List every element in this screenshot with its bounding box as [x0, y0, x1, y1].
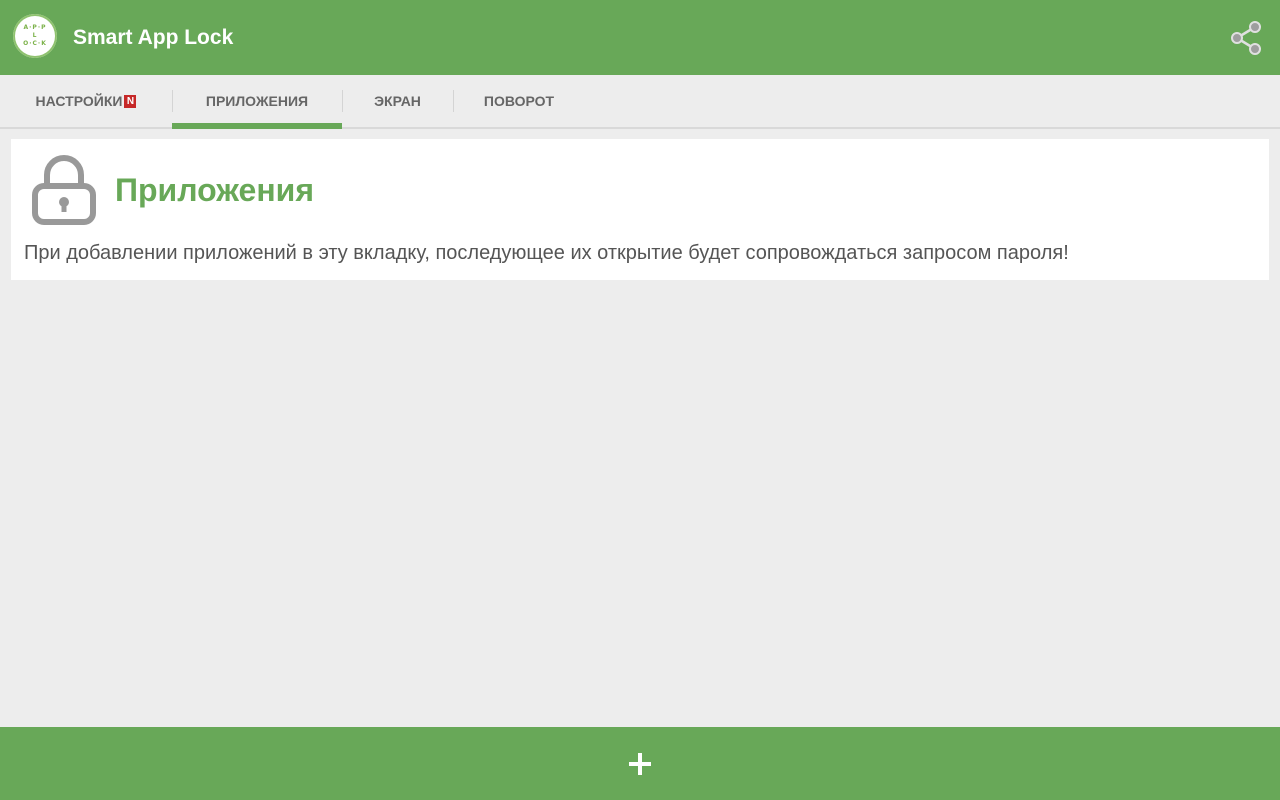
tab-bar: НАСТРОЙКИ N ПРИЛОЖЕНИЯ ЭКРАН ПОВОРОТ: [0, 75, 1280, 129]
plus-icon: [629, 752, 651, 775]
app-title: Smart App Lock: [73, 26, 234, 49]
tab-screen[interactable]: ЭКРАН: [342, 75, 453, 127]
app-logo: A·P·P L O·C·K: [13, 14, 57, 58]
tab-apps[interactable]: ПРИЛОЖЕНИЯ: [172, 75, 342, 129]
tab-screen-label: ЭКРАН: [374, 93, 421, 109]
logo-line-2: L: [32, 32, 38, 39]
tab-rotation[interactable]: ПОВОРОТ: [453, 75, 585, 127]
logo-line-1: A·P·P: [23, 24, 47, 31]
tab-apps-label: ПРИЛОЖЕНИЯ: [205, 93, 309, 109]
tab-settings-label: НАСТРОЙКИ: [35, 93, 123, 109]
share-button[interactable]: [1226, 18, 1266, 58]
tab-settings[interactable]: НАСТРОЙКИ N: [0, 75, 172, 127]
app-bar: A·P·P L O·C·K Smart App Lock: [0, 0, 1280, 75]
card-title: Приложения: [115, 172, 314, 208]
card-description: При добавлении приложений в эту вкладку,…: [24, 242, 1069, 264]
add-app-button[interactable]: [0, 727, 1280, 800]
info-card: Приложения При добавлении приложений в э…: [11, 139, 1269, 280]
logo-line-3: O·C·K: [23, 40, 47, 47]
tab-rotation-label: ПОВОРОТ: [483, 93, 555, 109]
lock-icon: [32, 155, 96, 225]
new-badge: N: [124, 94, 137, 108]
share-icon: [1231, 21, 1261, 55]
